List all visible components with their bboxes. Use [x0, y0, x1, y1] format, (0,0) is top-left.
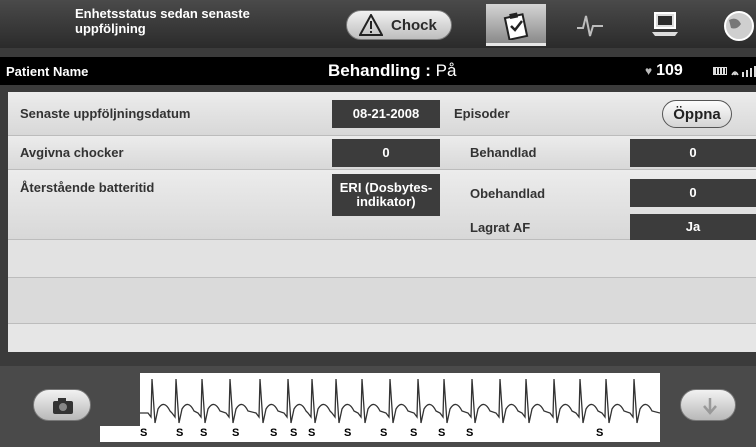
patient-name: Patient Name	[6, 64, 89, 79]
ecg-waveform-icon	[577, 15, 603, 37]
globe-icon	[724, 11, 754, 41]
screen-title: Enhetsstatus sedan senaste uppföljning	[75, 6, 250, 36]
tab-programmer[interactable]	[634, 4, 694, 46]
therapy-label: Behandling :	[328, 61, 436, 80]
sense-marker: S	[140, 427, 148, 439]
battery-remaining-value: ERI (Dosbytes-indikator)	[332, 174, 440, 216]
capture-snapshot-button[interactable]	[33, 389, 91, 421]
ecg-bar: S S S S S S S S S S S S S	[0, 366, 756, 447]
empty-row	[8, 240, 756, 278]
sense-marker: S	[344, 427, 352, 439]
scroll-forward-button[interactable]	[680, 389, 736, 421]
sense-marker: S	[410, 427, 418, 439]
stored-af-label: Lagrat AF	[470, 220, 531, 235]
tab-network[interactable]	[704, 4, 756, 46]
shocks-delivered-label: Avgivna chocker	[20, 145, 124, 160]
sense-marker: S	[232, 427, 240, 439]
treated-value: 0	[630, 139, 756, 167]
sense-marker: S	[200, 427, 208, 439]
sense-marker: S	[270, 427, 278, 439]
sense-marker: S	[176, 427, 184, 439]
therapy-value: På	[435, 61, 457, 80]
top-bar: Enhetsstatus sedan senaste uppföljning C…	[0, 0, 756, 48]
sense-marker: S	[290, 427, 298, 439]
warning-triangle-icon	[359, 14, 383, 36]
patient-bar: Patient Name Behandling : På ♥ 109	[0, 57, 756, 85]
stored-af-value: Ja	[630, 214, 756, 240]
status-row: Avgivna chocker 0 Behandlad 0	[8, 136, 756, 170]
status-row: Senaste uppföljningsdatum 08-21-2008 Epi…	[8, 92, 756, 136]
tab-device-status[interactable]	[486, 4, 546, 46]
heart-rate: ♥ 109	[645, 62, 683, 80]
untreated-label: Obehandlad	[470, 186, 546, 201]
arrow-down-icon	[703, 398, 717, 415]
last-followup-value: 08-21-2008	[332, 100, 440, 128]
programmer-monitor-icon	[652, 12, 678, 36]
sense-marker: S	[596, 427, 604, 439]
shock-button[interactable]: Chock	[346, 10, 452, 40]
heart-icon: ♥	[645, 64, 653, 78]
sense-marker: S	[308, 427, 316, 439]
untreated-value: 0	[630, 179, 756, 207]
last-followup-label: Senaste uppföljningsdatum	[20, 106, 191, 121]
empty-row	[8, 278, 756, 324]
ecg-markers: S S S S S S S S S S S S S	[0, 426, 756, 446]
therapy-status: Behandling : På	[328, 61, 456, 81]
sense-marker: S	[466, 427, 474, 439]
telemetry-signal-icon	[731, 66, 756, 77]
status-row: Återstående batteritid ERI (Dosbytes-ind…	[8, 170, 756, 240]
open-episodes-button[interactable]: Öppna	[662, 100, 732, 128]
sense-marker: S	[380, 427, 388, 439]
episodes-label: Episoder	[454, 106, 510, 121]
camera-icon	[53, 398, 73, 414]
shock-button-label: Chock	[391, 16, 437, 34]
sense-marker: S	[438, 427, 446, 439]
heart-rate-value: 109	[656, 62, 683, 79]
clipboard-icon	[503, 12, 529, 40]
device-status-panel: Senaste uppföljningsdatum 08-21-2008 Epi…	[8, 92, 756, 352]
battery-remaining-label: Återstående batteritid	[20, 180, 155, 195]
tab-ecg[interactable]	[560, 4, 620, 46]
treated-label: Behandlad	[470, 145, 537, 160]
shocks-delivered-value: 0	[332, 139, 440, 167]
battery-icon	[713, 67, 727, 75]
